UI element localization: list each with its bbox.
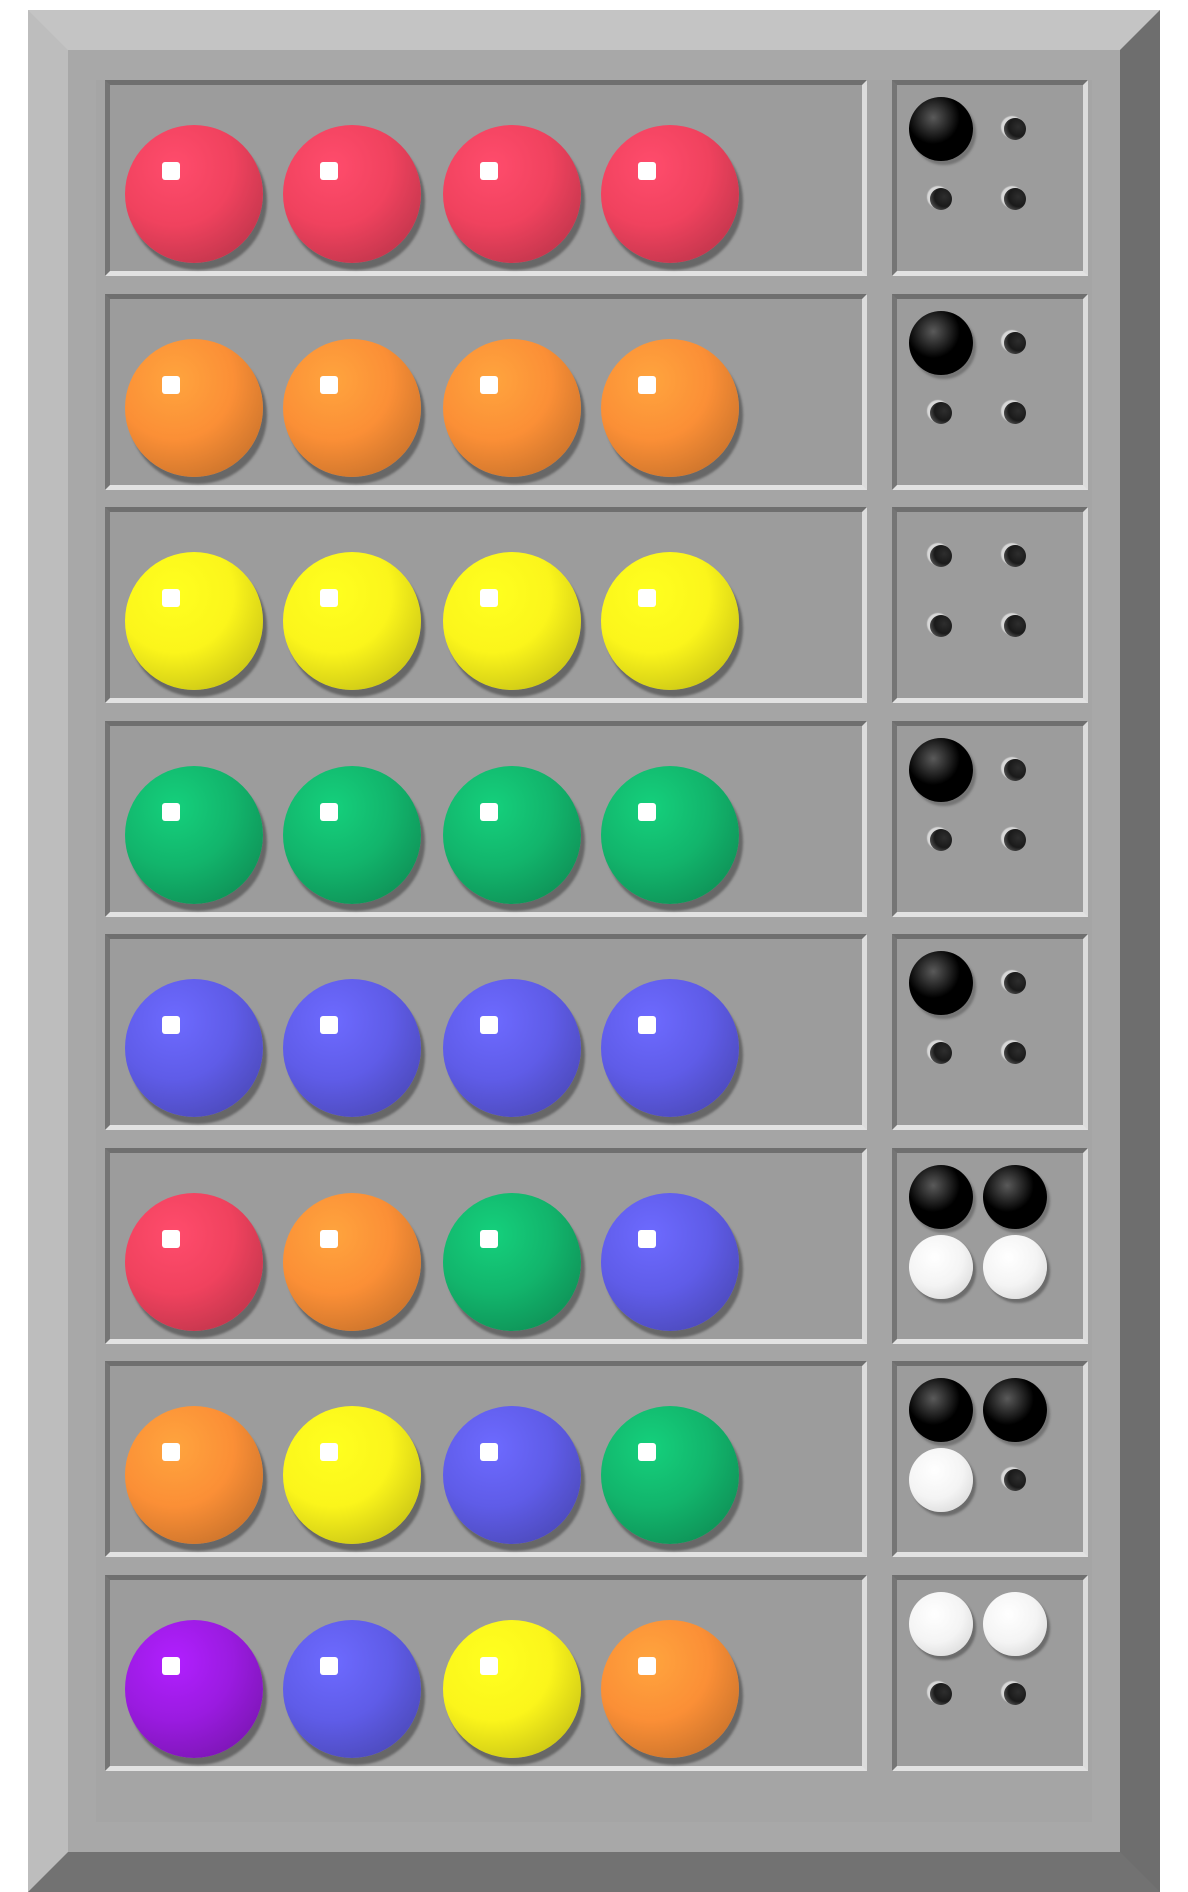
feedback-panel	[892, 1575, 1088, 1771]
board-rows-area	[96, 80, 1092, 1822]
key-peg-empty	[930, 1683, 952, 1705]
code-peg-blue[interactable]	[601, 979, 739, 1117]
key-peg-empty	[1004, 829, 1026, 851]
code-peg-orange[interactable]	[283, 339, 421, 477]
key-peg-white	[909, 1235, 973, 1299]
feedback-panel	[892, 294, 1088, 490]
feedback-panel	[892, 1148, 1088, 1344]
key-peg-black	[909, 738, 973, 802]
code-peg-orange[interactable]	[125, 339, 263, 477]
code-peg-green[interactable]	[443, 1193, 581, 1331]
guess-pegs-slot	[105, 934, 867, 1130]
key-peg-empty	[1004, 332, 1026, 354]
code-peg-blue[interactable]	[283, 979, 421, 1117]
code-peg-green[interactable]	[283, 766, 421, 904]
guess-pegs-slot	[105, 1575, 867, 1771]
key-peg-empty	[1004, 1683, 1026, 1705]
guess-pegs-slot	[105, 294, 867, 490]
code-peg-green[interactable]	[443, 766, 581, 904]
key-peg-black	[909, 1378, 973, 1442]
key-peg-empty	[1004, 1042, 1026, 1064]
key-peg-empty	[1004, 759, 1026, 781]
guess-pegs-slot	[105, 1361, 867, 1557]
code-peg-red[interactable]	[443, 125, 581, 263]
code-peg-blue[interactable]	[601, 1193, 739, 1331]
code-peg-orange[interactable]	[601, 339, 739, 477]
key-peg-empty	[930, 615, 952, 637]
key-peg-black	[909, 1165, 973, 1229]
code-peg-orange[interactable]	[601, 1620, 739, 1758]
guess-row-8	[96, 1575, 1092, 1771]
code-peg-yellow[interactable]	[283, 552, 421, 690]
key-peg-empty	[930, 829, 952, 851]
code-peg-red[interactable]	[125, 1193, 263, 1331]
code-peg-green[interactable]	[601, 1406, 739, 1544]
code-peg-purple[interactable]	[125, 1620, 263, 1758]
feedback-panel	[892, 934, 1088, 1130]
mastermind-board	[28, 10, 1160, 1892]
code-peg-green[interactable]	[125, 766, 263, 904]
key-peg-empty	[1004, 615, 1026, 637]
feedback-panel	[892, 1361, 1088, 1557]
guess-pegs-slot	[105, 721, 867, 917]
code-peg-orange[interactable]	[125, 1406, 263, 1544]
code-peg-yellow[interactable]	[125, 552, 263, 690]
key-peg-black	[983, 1165, 1047, 1229]
key-peg-empty	[1004, 402, 1026, 424]
key-peg-empty	[1004, 188, 1026, 210]
guess-row-7	[96, 1361, 1092, 1557]
key-peg-black	[909, 951, 973, 1015]
guess-pegs-slot	[105, 1148, 867, 1344]
guess-row-5	[96, 934, 1092, 1130]
feedback-panel	[892, 80, 1088, 276]
code-peg-red[interactable]	[125, 125, 263, 263]
guess-row-6	[96, 1148, 1092, 1344]
key-peg-white	[909, 1592, 973, 1656]
code-peg-yellow[interactable]	[283, 1406, 421, 1544]
key-peg-empty	[1004, 972, 1026, 994]
code-peg-yellow[interactable]	[443, 1620, 581, 1758]
key-peg-empty	[930, 188, 952, 210]
code-peg-blue[interactable]	[125, 979, 263, 1117]
code-peg-red[interactable]	[283, 125, 421, 263]
code-peg-orange[interactable]	[283, 1193, 421, 1331]
code-peg-red[interactable]	[601, 125, 739, 263]
guess-row-1	[96, 80, 1092, 276]
code-peg-blue[interactable]	[443, 1406, 581, 1544]
code-peg-yellow[interactable]	[601, 552, 739, 690]
key-peg-black	[909, 97, 973, 161]
code-peg-orange[interactable]	[443, 339, 581, 477]
key-peg-empty	[930, 402, 952, 424]
code-peg-green[interactable]	[601, 766, 739, 904]
key-peg-empty	[930, 1042, 952, 1064]
key-peg-empty	[1004, 545, 1026, 567]
guess-row-4	[96, 721, 1092, 917]
guess-row-2	[96, 294, 1092, 490]
key-peg-black	[909, 311, 973, 375]
code-peg-blue[interactable]	[283, 1620, 421, 1758]
key-peg-black	[983, 1378, 1047, 1442]
code-peg-blue[interactable]	[443, 979, 581, 1117]
guess-row-3	[96, 507, 1092, 703]
guess-pegs-slot	[105, 507, 867, 703]
key-peg-white	[983, 1592, 1047, 1656]
code-peg-yellow[interactable]	[443, 552, 581, 690]
key-peg-empty	[930, 545, 952, 567]
key-peg-empty	[1004, 1469, 1026, 1491]
key-peg-white	[909, 1448, 973, 1512]
key-peg-empty	[1004, 118, 1026, 140]
key-peg-white	[983, 1235, 1047, 1299]
feedback-panel	[892, 507, 1088, 703]
guess-pegs-slot	[105, 80, 867, 276]
feedback-panel	[892, 721, 1088, 917]
